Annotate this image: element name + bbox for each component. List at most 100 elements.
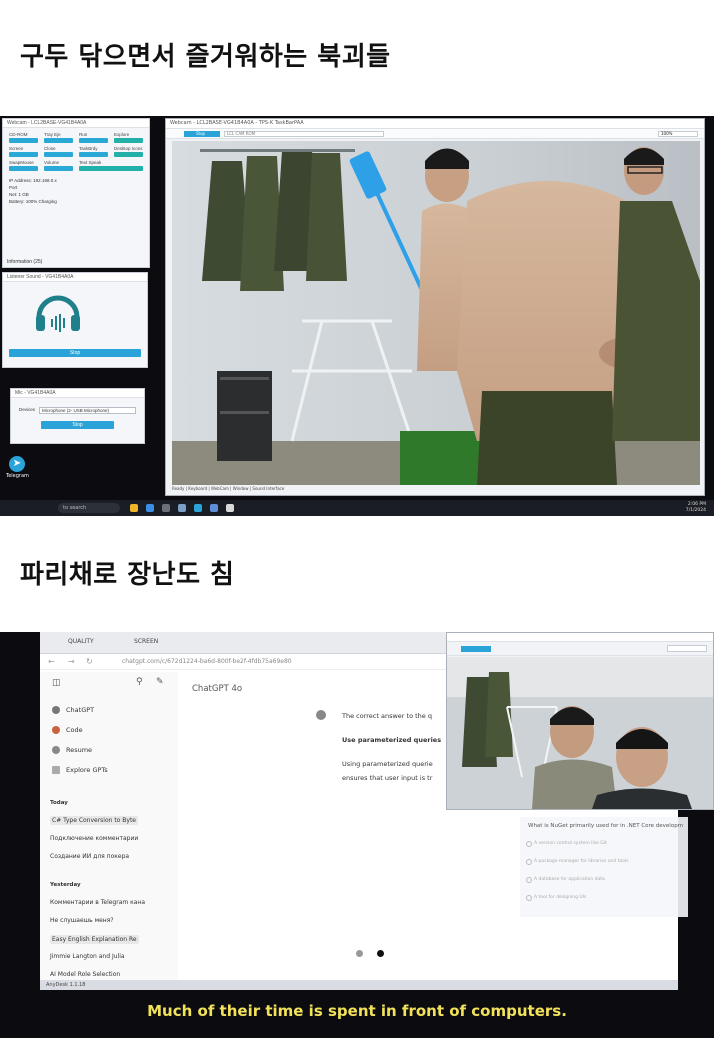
- quiz-option[interactable]: A tool for designing UIs: [525, 895, 586, 901]
- control-cell[interactable]: Close: [44, 146, 73, 157]
- info-label: Information (25): [7, 259, 43, 265]
- control-cell[interactable]: Volume: [44, 160, 73, 171]
- mic-devices-label: Devices: [19, 407, 36, 412]
- history-item[interactable]: AI Model Role Selection: [50, 971, 120, 978]
- mic-window: Mic - VG41B4A0A Devices Microphone (2- U…: [10, 388, 145, 444]
- headphones-icon: [36, 295, 80, 332]
- mic-stop-button[interactable]: Stop: [41, 421, 114, 429]
- webcam-window: Webcam - LCL2BASE-VG41B4A0A - TPS-K Task…: [165, 118, 705, 496]
- control-cell[interactable]: Desktop Icons: [114, 146, 143, 157]
- quiz-option[interactable]: A version control system like Git: [526, 841, 607, 847]
- dot: [377, 950, 384, 957]
- history-item[interactable]: Комментарии в Telegram кана: [50, 899, 145, 906]
- sidebar-item-resume[interactable]: Resume: [52, 746, 92, 754]
- sound-window-title: Listener Sound - VG41B4A0A: [3, 273, 147, 282]
- search-icon[interactable]: ⚲: [136, 677, 143, 687]
- control-cell[interactable]: SwapMouse: [9, 160, 38, 171]
- webcam-toolbar: Stop LCL CAM ROM 100%: [166, 129, 704, 139]
- resume-icon: [52, 746, 60, 754]
- webcam-window-2-title: [447, 633, 713, 642]
- sidebar-item-explore[interactable]: Explore GPTs: [52, 766, 108, 774]
- windows-taskbar: to search 2:06 PM 7/1/2024: [0, 500, 714, 516]
- chat-message-line: Use parameterized queries: [342, 736, 442, 744]
- code-icon: [52, 726, 60, 734]
- yesterday-label: Yesterday: [50, 882, 81, 888]
- mic-window-title: Mic - VG41B4A0A: [11, 389, 144, 398]
- app-icon[interactable]: [194, 504, 202, 512]
- control-cell[interactable]: Explore: [114, 132, 143, 143]
- quiz-question: What is NuGet primarily used for in .NET…: [528, 823, 684, 829]
- back-icon[interactable]: ←: [48, 657, 55, 666]
- quiz-option[interactable]: A database for application data: [526, 877, 605, 883]
- sidebar-item-chatgpt[interactable]: ChatGPT: [52, 706, 94, 714]
- file-explorer-icon[interactable]: [130, 504, 138, 512]
- sound-stop-button[interactable]: Stop: [9, 349, 141, 357]
- assistant-avatar-icon: [316, 710, 326, 720]
- sound-window: Listener Sound - VG41B4A0A Stop: [2, 272, 148, 368]
- loading-dots: [356, 942, 398, 961]
- reload-icon[interactable]: ↻: [86, 657, 93, 666]
- history-item[interactable]: Создание ИИ для покера: [50, 853, 129, 860]
- sidebar-toggle-icon[interactable]: ◫: [52, 678, 61, 688]
- chat-message-line: Using parameterized querie: [342, 760, 433, 768]
- webcam-stop-button[interactable]: Stop: [184, 131, 220, 137]
- taskbar-clock: 2:06 PM 7/1/2024: [685, 502, 706, 513]
- heading-top: 구두 닦으면서 즐거워하는 북괴들: [20, 42, 391, 72]
- webcam-video-feed: [172, 141, 700, 485]
- screen-control[interactable]: SCREEN: [134, 638, 158, 645]
- history-item[interactable]: Не слушаешь меня?: [50, 917, 114, 924]
- webcam-2-stop-button[interactable]: [461, 646, 491, 652]
- chat-message-line: The correct answer to the q: [342, 712, 432, 720]
- control-status: IP Address: 192.168.0.x Port Net: 1 GB B…: [9, 178, 57, 204]
- webcam-2-video-feed: [447, 657, 713, 809]
- control-cell[interactable]: TaskBrdy: [79, 146, 108, 157]
- webcam-window-2: [446, 632, 714, 810]
- taskbar-search[interactable]: to search: [58, 503, 120, 513]
- edge-icon[interactable]: [146, 504, 154, 512]
- webcam-2-toolbar: [447, 642, 713, 656]
- heading-middle: 파리채로 장난도 침: [20, 560, 235, 590]
- history-item[interactable]: Jimmie Langton and Julia: [50, 953, 125, 960]
- new-chat-icon[interactable]: ✎: [156, 677, 164, 687]
- quiz-option[interactable]: A package manager for libraries and tool…: [526, 859, 629, 865]
- chatgpt-icon: [52, 706, 60, 714]
- mic-device-select[interactable]: Microphone (2- USB Microphone): [39, 407, 136, 414]
- mic-device-row: Devices Microphone (2- USB Microphone): [19, 407, 136, 415]
- screenshot-chatgpt: QUALITY SCREEN ← → ↻ chatgpt.com/c/672d1…: [0, 632, 714, 1038]
- video-subtitle: Much of their time is spent in front of …: [147, 1002, 567, 1020]
- today-label: Today: [50, 800, 68, 806]
- control-cell[interactable]: Run: [79, 132, 108, 143]
- remote-status-bar: AnyDesk 1.1.18: [40, 980, 678, 990]
- telegram-desktop-shortcut[interactable]: ➤ Telegram: [6, 456, 29, 479]
- dot: [356, 950, 363, 957]
- control-cell[interactable]: Screen: [9, 146, 38, 157]
- chatgpt-sidebar: ◫ ⚲ ✎ ChatGPT Code Resume Explore GPTs T…: [40, 672, 178, 980]
- webcam-zoom-select[interactable]: 100%: [658, 131, 698, 137]
- history-item[interactable]: Подключение комментарии: [50, 835, 138, 842]
- sidebar-item-code[interactable]: Code: [52, 726, 83, 734]
- quiz-panel: What is NuGet primarily used for in .NET…: [520, 817, 688, 917]
- control-cell[interactable]: Text Speak: [79, 160, 143, 171]
- screenshot-remote-desktop: Webcam - LCL2BASE-VG41B4A0A CD-ROM Tray …: [0, 116, 714, 516]
- webcam-status-bar: Ready | Keyboard | WebCam | Window | Sou…: [172, 486, 285, 491]
- forward-icon[interactable]: →: [68, 657, 75, 666]
- app-icon[interactable]: [226, 504, 234, 512]
- quality-control[interactable]: QUALITY: [68, 638, 94, 645]
- model-selector[interactable]: ChatGPT 4o: [192, 684, 242, 694]
- control-cell[interactable]: Tray Eje: [44, 132, 73, 143]
- telegram-icon: ➤: [9, 456, 25, 472]
- webcam-2-zoom-select[interactable]: [667, 645, 707, 652]
- app-icon[interactable]: [178, 504, 186, 512]
- url-text[interactable]: chatgpt.com/c/672d1224-ba6d-800f-be2f-4f…: [122, 658, 292, 665]
- history-item[interactable]: Easy English Explanation Re: [50, 935, 139, 944]
- app-icon[interactable]: [162, 504, 170, 512]
- webcam-window-title: Webcam - LCL2BASE-VG41B4A0A - TPS-K Task…: [166, 119, 704, 129]
- control-cell[interactable]: CD-ROM: [9, 132, 38, 143]
- control-window-title: Webcam - LCL2BASE-VG41B4A0A: [3, 119, 149, 128]
- control-grid: CD-ROM Tray Eje Run Explore Screen Close…: [3, 128, 149, 175]
- app-icon[interactable]: [210, 504, 218, 512]
- explore-icon: [52, 766, 60, 774]
- webcam-camera-field[interactable]: LCL CAM ROM: [224, 131, 384, 137]
- history-item[interactable]: C# Type Conversion to Byte: [50, 816, 138, 825]
- chat-message-line: ensures that user input is tr: [342, 774, 433, 782]
